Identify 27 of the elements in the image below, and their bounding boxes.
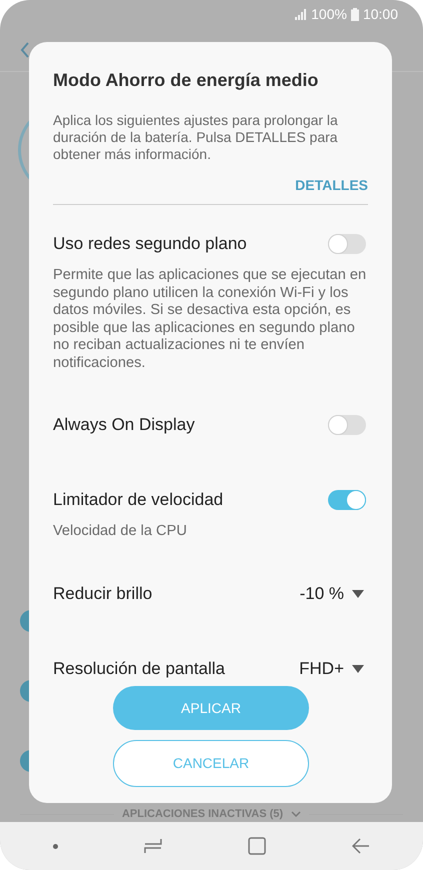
toggle-switch[interactable] [328,234,366,254]
dropdown-arrow-icon[interactable] [352,590,364,598]
dropdown[interactable]: -10 % [300,580,364,606]
chevron-icon[interactable] [291,811,302,818]
back-icon[interactable] [352,838,370,854]
toggle-switch[interactable] [328,490,366,510]
dialog-title: Modo Ahorro de energía medio [53,69,320,92]
battery-icon [350,8,359,20]
home-icon[interactable] [248,837,266,855]
details-link[interactable]: DETALLES [295,175,368,196]
clock: 10:00 [362,4,398,24]
setting-description: Permite que las aplicaciones que se ejecutan en segundo plano utilicen la conexión Wi-Fi y los datos móviles. Si se desactiva esta opción, es posible que las aplicaciones en segundo plano no reciban actualizaciones ni te envíen notificaciones. [53,267,368,372]
setting-label: Uso redes segundo plano [53,233,247,256]
setting-description: Velocidad de la CPU [53,523,188,540]
toggle-switch[interactable] [328,415,366,435]
apply-button[interactable]: APLICAR [113,686,309,730]
setting-label: Reducir brillo [53,582,152,605]
setting-label: Limitador de velocidad [53,489,224,512]
dropdown-arrow-icon[interactable] [352,664,364,672]
battery-level: 100% [311,4,347,24]
signal-icon [295,8,308,20]
dialog-description: Aplica los siguientes ajustes para prolongar la duración de la batería. Pulsa DETALLES para obtener más información. [53,112,339,163]
recents-icon[interactable] [144,838,162,854]
setting-label: Resolución de pantalla [53,658,226,680]
dropdown[interactable]: FHD+ [299,656,364,682]
cancel-button[interactable]: CANCELAR [113,740,309,787]
setting-label: Always On Display [53,414,195,436]
